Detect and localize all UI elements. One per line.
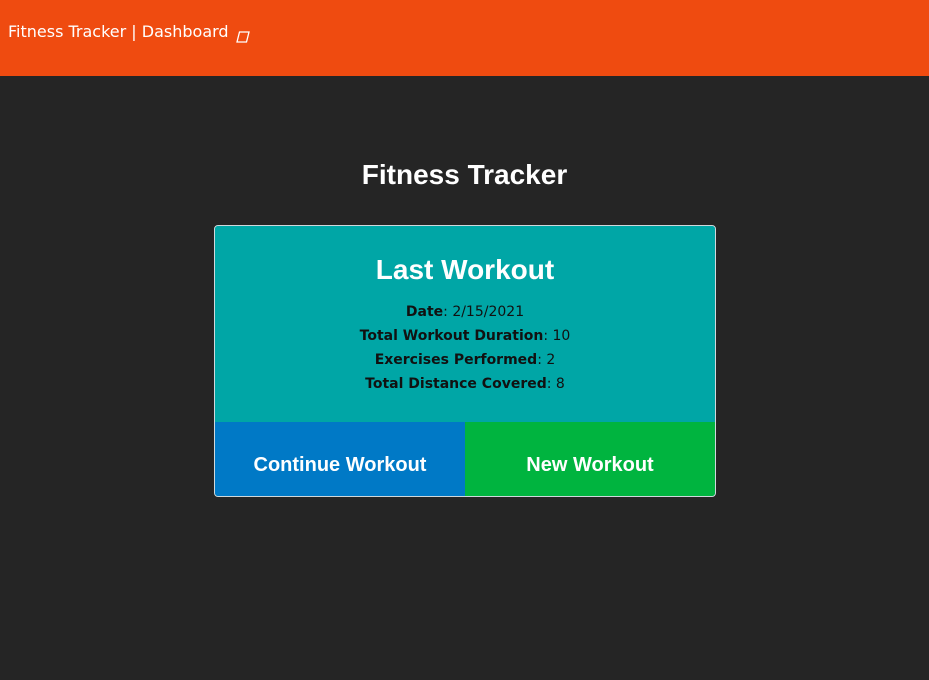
page-title: Fitness Tracker <box>361 159 568 190</box>
stat-date-value: 2/15/2021 <box>452 304 525 320</box>
new-workout-button[interactable]: New Workout <box>465 422 715 496</box>
stat-total-duration-value: 10 <box>552 328 571 344</box>
top-navbar: Fitness Tracker | Dashboard <box>0 0 929 76</box>
stat-exercises-performed: Exercises Performed: 2 <box>215 348 715 372</box>
brand-label: Fitness Tracker | Dashboard <box>8 22 229 41</box>
stat-separator: : <box>546 376 556 392</box>
last-workout-card: Last Workout Date: 2/15/2021 Total Worko… <box>214 225 716 497</box>
stat-separator: : <box>543 328 553 344</box>
stat-date: Date: 2/15/2021 <box>215 300 715 324</box>
stat-date-label: Date <box>405 304 444 320</box>
continue-workout-button[interactable]: Continue Workout <box>215 422 465 496</box>
last-workout-title: Last Workout <box>375 254 555 285</box>
brand-link[interactable]: Fitness Tracker | Dashboard <box>8 20 250 44</box>
workout-stats-list: Date: 2/15/2021 Total Workout Duration: … <box>215 300 715 396</box>
stat-total-distance: Total Distance Covered: 8 <box>215 372 715 396</box>
stat-exercises-performed-value: 2 <box>546 352 556 368</box>
stat-total-duration-label: Total Workout Duration <box>359 328 544 344</box>
stat-separator: : <box>443 304 453 320</box>
stat-total-duration: Total Workout Duration: 10 <box>215 324 715 348</box>
stat-total-distance-value: 8 <box>555 376 565 392</box>
dumbbell-icon <box>235 26 250 43</box>
stat-exercises-performed-label: Exercises Performed <box>374 352 538 368</box>
last-workout-body: Last Workout Date: 2/15/2021 Total Worko… <box>215 226 715 422</box>
stat-separator: : <box>537 352 547 368</box>
stat-total-distance-label: Total Distance Covered <box>365 376 547 392</box>
